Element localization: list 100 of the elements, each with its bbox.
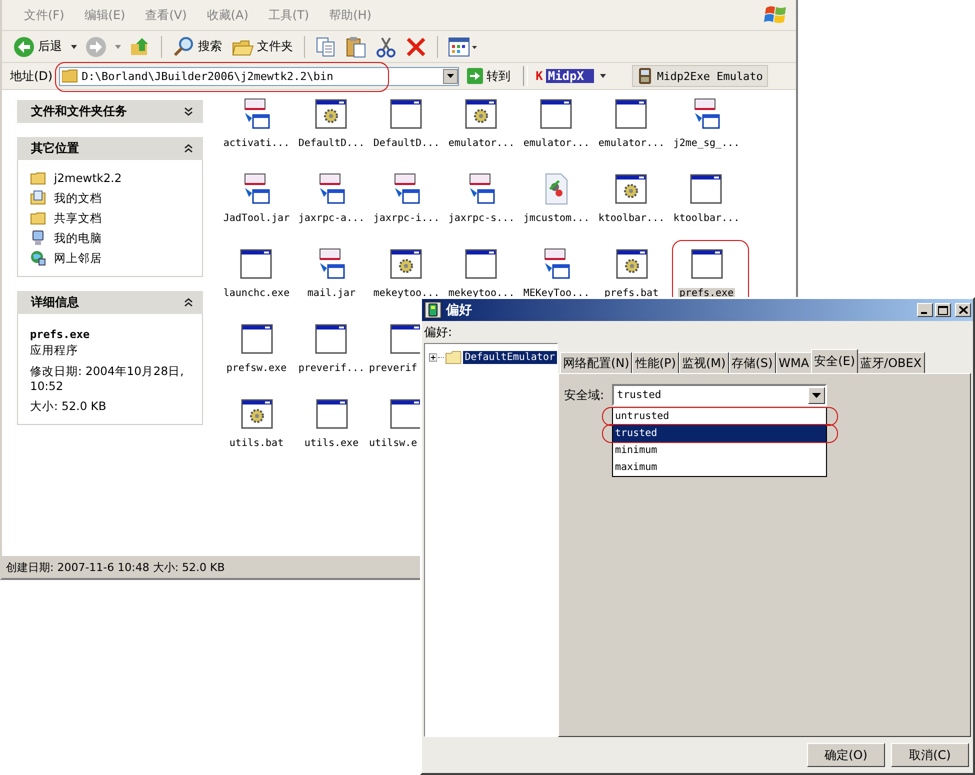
expand-icon[interactable] xyxy=(429,353,438,362)
back-button[interactable]: 后退 xyxy=(10,34,65,58)
place-link[interactable]: 共享文档 xyxy=(54,210,102,226)
network-globe-icon xyxy=(30,250,46,266)
gear-window-icon xyxy=(240,398,272,430)
search-button[interactable]: 搜索 xyxy=(170,34,225,58)
tab[interactable]: 网络配置(N) xyxy=(560,352,632,373)
caret-icon[interactable] xyxy=(600,74,606,78)
window-icon xyxy=(316,398,348,430)
tree-item[interactable]: DefaultEmulator xyxy=(462,351,557,364)
caret-icon[interactable] xyxy=(71,44,77,48)
dropdown-arrow-icon[interactable] xyxy=(812,392,821,398)
address-field[interactable]: D:\Borland\JBuilder2006\j2mewtk2.2\bin xyxy=(58,66,459,86)
tab[interactable]: 存储(S) xyxy=(728,352,776,373)
file-item[interactable]: prefsw.exe xyxy=(223,323,290,376)
file-item[interactable]: emulator... xyxy=(595,98,668,151)
file-name: prefs.exe xyxy=(30,328,91,341)
file-item[interactable]: mekeytoo... xyxy=(445,248,518,301)
file-item[interactable]: JadTool.jar xyxy=(220,173,293,226)
tab[interactable]: 安全(E) xyxy=(811,349,858,373)
tab[interactable]: WMA xyxy=(776,352,812,373)
task-panel-header[interactable]: 其它位置 xyxy=(17,137,203,160)
field-label: 安全域: xyxy=(564,386,606,404)
file-type: 应用程序 xyxy=(30,343,79,358)
preferences-label: 偏好: xyxy=(422,321,973,343)
dropdown-option[interactable]: minimum xyxy=(613,442,826,459)
file-item[interactable]: ktoolbar... xyxy=(670,173,743,226)
maximize-button[interactable] xyxy=(935,303,951,317)
folder-icon xyxy=(30,170,46,186)
collapse-chevron-icon[interactable] xyxy=(184,298,193,307)
file-item[interactable]: prefs.exe xyxy=(676,248,737,301)
file-item[interactable]: jaxrpc-a... xyxy=(295,173,368,226)
place-link[interactable]: 我的文档 xyxy=(54,190,102,206)
file-item[interactable]: ktoolbar... xyxy=(595,173,668,226)
task-panel-header[interactable]: 详细信息 xyxy=(17,291,203,314)
place-link[interactable]: 网上邻居 xyxy=(54,250,102,266)
file-item[interactable]: jaxrpc-i... xyxy=(370,173,443,226)
folder-icon xyxy=(30,210,46,226)
folder-icon xyxy=(444,350,462,365)
scissors-icon[interactable] xyxy=(375,36,397,58)
place-link[interactable]: 我的电脑 xyxy=(54,230,102,246)
file-item[interactable]: j2me_sg_... xyxy=(670,98,743,151)
file-item[interactable]: utils.bat xyxy=(226,398,287,451)
close-icon xyxy=(958,306,968,314)
file-item[interactable]: MEKeyToo... xyxy=(520,248,593,301)
file-item[interactable]: mail.jar xyxy=(304,248,359,301)
tab[interactable]: 性能(P) xyxy=(632,352,679,373)
tab[interactable]: 蓝牙/OBEX xyxy=(857,352,925,373)
search-icon xyxy=(173,36,195,58)
dialog-button[interactable]: 取消(C) xyxy=(891,743,969,767)
window-icon xyxy=(690,173,722,205)
file-item[interactable]: jmcustom... xyxy=(520,173,593,226)
close-button[interactable] xyxy=(955,303,971,317)
file-item[interactable]: mekeytoo... xyxy=(370,248,443,301)
window-icon xyxy=(465,248,498,280)
file-item[interactable]: launchc.exe xyxy=(220,248,293,301)
file-item[interactable]: emulator... xyxy=(520,98,593,151)
delete-icon[interactable] xyxy=(405,36,427,58)
file-item[interactable]: utilsw.e xyxy=(369,398,422,473)
menu-item[interactable]: 收藏(A) xyxy=(196,6,258,24)
midp2exe-toolbar-button[interactable]: Midp2Exe Emulato xyxy=(632,65,768,87)
dropdown-arrow-icon[interactable] xyxy=(446,74,454,78)
dialog-button[interactable]: 确定(O) xyxy=(807,743,885,767)
file-item[interactable]: preverif xyxy=(369,323,422,398)
file-item[interactable]: emulator... xyxy=(445,98,518,151)
file-item[interactable]: preverif... xyxy=(295,323,368,376)
collapse-chevron-icon[interactable] xyxy=(184,144,193,153)
dropdown-option[interactable]: maximum xyxy=(613,459,826,476)
folders-button[interactable]: 文件夹 xyxy=(229,36,296,58)
window-icon xyxy=(615,98,648,130)
file-item[interactable]: utils.exe xyxy=(301,398,362,451)
go-button[interactable]: 转到 xyxy=(462,68,515,84)
file-size: 大小: 52.0 KB xyxy=(30,399,108,414)
gear-window-icon xyxy=(465,98,498,130)
dropdown-option[interactable]: trusted xyxy=(613,425,826,442)
window-icon xyxy=(390,98,422,130)
gear-window-icon xyxy=(315,98,348,130)
file-item[interactable]: DefaultD... xyxy=(370,98,443,151)
paste-icon[interactable] xyxy=(345,36,367,58)
security-domain-dropdown[interactable]: trusted xyxy=(612,384,827,406)
address-label: 地址(D) xyxy=(10,68,54,84)
app-icon xyxy=(424,301,442,319)
file-item[interactable]: DefaultD... xyxy=(295,98,368,151)
gear-window-icon xyxy=(616,248,648,280)
task-panel-header[interactable]: 文件和文件夹任务 xyxy=(17,100,203,123)
window-title: 偏好 xyxy=(446,302,472,319)
file-item[interactable]: activati... xyxy=(220,98,293,151)
expand-chevron-icon[interactable] xyxy=(184,107,193,116)
modified-date: 修改日期: 2004年10月28日, 10:52 xyxy=(30,364,185,393)
up-folder-icon[interactable] xyxy=(129,36,151,58)
tab[interactable]: 监视(M) xyxy=(678,352,729,373)
views-icon[interactable] xyxy=(448,36,478,58)
file-item[interactable]: jaxrpc-s... xyxy=(445,173,518,226)
status-text: 创建日期: 2007-11-6 10:48 大小: 52.0 KB xyxy=(6,560,225,574)
copy-icon[interactable] xyxy=(315,36,337,58)
place-link[interactable]: j2mewtk2.2 xyxy=(54,171,122,185)
minimize-button[interactable] xyxy=(917,303,933,317)
file-item[interactable]: prefs.bat xyxy=(601,248,662,301)
windows-logo-icon xyxy=(764,4,788,26)
folder-icon xyxy=(62,69,78,83)
